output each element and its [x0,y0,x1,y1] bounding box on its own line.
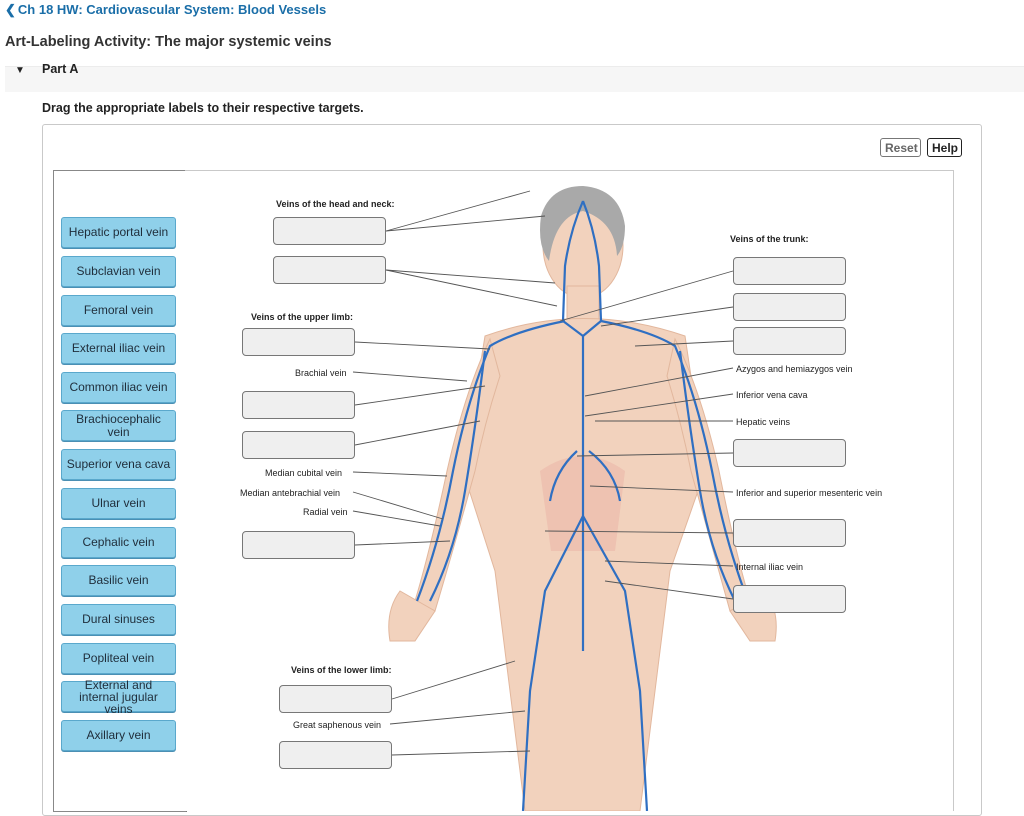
part-header[interactable]: ▼ Part A [5,62,1024,92]
label-tile[interactable]: Axillary vein [61,720,176,751]
page-title: Art-Labeling Activity: The major systemi… [5,34,332,50]
label-tile[interactable]: Popliteal vein [61,643,176,674]
label-tile[interactable]: Cephalic vein [61,527,176,558]
back-to-assignment-link[interactable]: ❮ Ch 18 HW: Cardiovascular System: Blood … [5,2,326,18]
diagram-area: Veins of the head and neck: Veins of the… [185,170,954,811]
label-tile[interactable]: Brachiocephalic vein [61,410,176,441]
label-tile[interactable]: External iliac vein [61,333,176,364]
label-tile[interactable]: Dural sinuses [61,604,176,635]
label-tile[interactable]: Ulnar vein [61,488,176,519]
label-tile[interactable]: Superior vena cava [61,449,176,480]
label-tile[interactable]: External and internal jugular veins [61,679,176,715]
label-tile[interactable]: Common iliac vein [61,372,176,403]
leader-lines [352,190,734,756]
reset-button[interactable]: Reset [880,138,921,157]
label-tile[interactable]: Hepatic portal vein [61,217,176,248]
chevron-left-icon: ❮ [5,2,16,17]
help-button[interactable]: Help [927,138,962,157]
label-tile[interactable]: Subclavian vein [61,256,176,287]
part-label: Part A [42,62,79,76]
label-tile[interactable]: Basilic vein [61,565,176,596]
instructions-text: Drag the appropriate labels to their res… [42,101,364,115]
caret-down-icon: ▼ [15,65,25,76]
back-link-label: Ch 18 HW: Cardiovascular System: Blood V… [17,2,327,17]
label-tile[interactable]: Femoral vein [61,295,176,326]
